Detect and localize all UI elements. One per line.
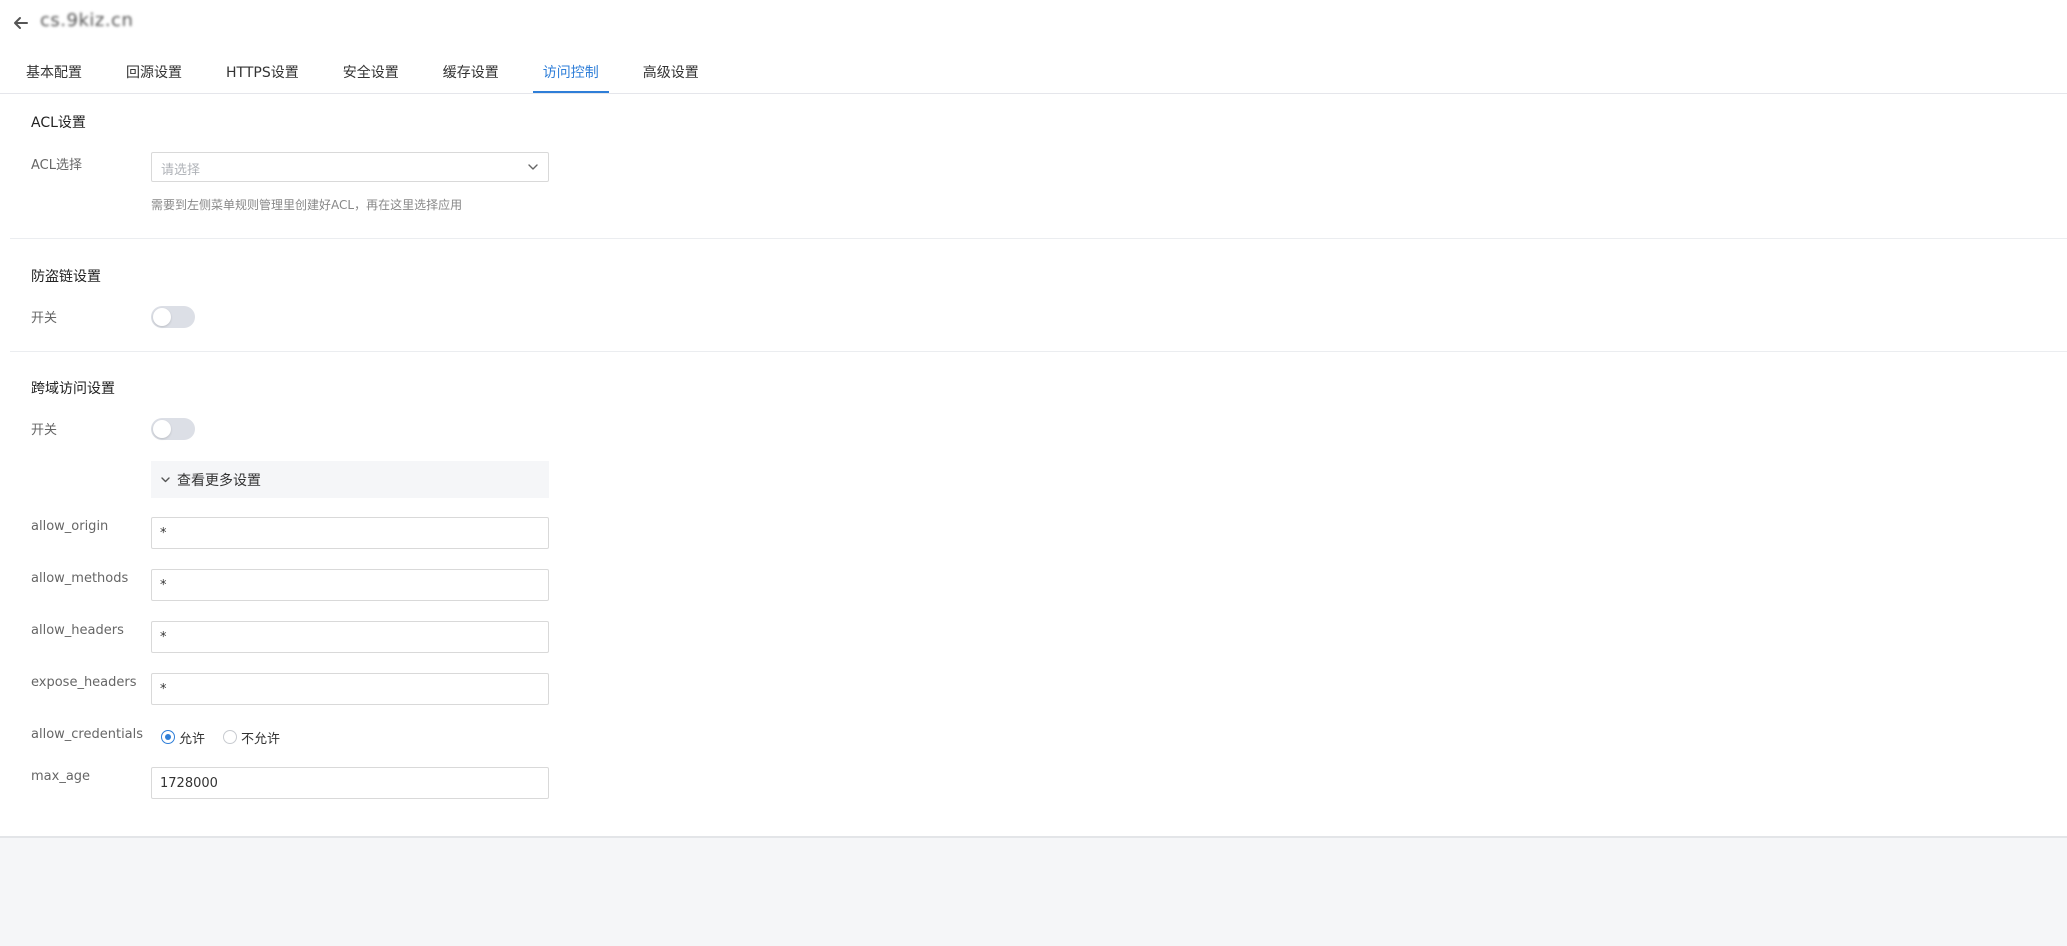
hotlink-switch-label: 开关 bbox=[31, 311, 58, 326]
hotlink-toggle[interactable] bbox=[151, 306, 195, 328]
tab-advanced-settings[interactable]: 高级设置 bbox=[633, 63, 709, 93]
expose-headers-input[interactable] bbox=[151, 673, 549, 705]
expose-headers-label: expose_headers bbox=[31, 675, 137, 690]
allow-headers-label: allow_headers bbox=[31, 623, 124, 638]
chevron-down-icon bbox=[528, 164, 538, 170]
acl-select[interactable]: 请选择 bbox=[151, 152, 549, 182]
allow-headers-input[interactable] bbox=[151, 621, 549, 653]
radio-allow-circle[interactable] bbox=[161, 730, 175, 744]
max-age-label: max_age bbox=[31, 769, 91, 784]
tab-cache-settings[interactable]: 缓存设置 bbox=[433, 63, 509, 93]
settings-tabs: 基本配置 回源设置 HTTPS设置 安全设置 缓存设置 访问控制 高级设置 bbox=[0, 60, 2067, 94]
tab-security-settings[interactable]: 安全设置 bbox=[333, 63, 409, 93]
toggle-knob bbox=[153, 420, 171, 438]
page-header: cs.9kiz.cn bbox=[0, 0, 2067, 48]
section-divider bbox=[10, 238, 2067, 239]
acl-select-label: ACL选择 bbox=[31, 158, 82, 173]
cors-section-title: 跨域访问设置 bbox=[31, 381, 115, 397]
more-settings-label: 查看更多设置 bbox=[177, 473, 261, 489]
radio-allow[interactable]: 允许 bbox=[161, 728, 205, 747]
back-arrow-icon[interactable] bbox=[10, 12, 32, 34]
allow-credentials-label: allow_credentials bbox=[31, 727, 144, 742]
tab-origin-settings[interactable]: 回源设置 bbox=[116, 63, 192, 93]
section-divider bbox=[10, 351, 2067, 352]
acl-help-text: 需要到左侧菜单规则管理里创建好ACL，再在这里选择应用 bbox=[151, 198, 463, 212]
radio-allow-label: 允许 bbox=[179, 731, 206, 747]
tab-basic-config[interactable]: 基本配置 bbox=[16, 63, 92, 93]
max-age-input[interactable] bbox=[151, 767, 549, 799]
cors-switch-label: 开关 bbox=[31, 423, 58, 438]
access-control-panel: ACL设置 ACL选择 请选择 需要到左侧菜单规则管理里创建好ACL，再在这里选… bbox=[0, 95, 2067, 837]
toggle-knob bbox=[153, 308, 171, 326]
hotlink-section-title: 防盗链设置 bbox=[31, 269, 101, 285]
allow-methods-input[interactable] bbox=[151, 569, 549, 601]
radio-disallow-circle[interactable] bbox=[223, 730, 238, 744]
allow-credentials-radio-group: 允许 不允许 bbox=[161, 727, 298, 747]
chevron-down-icon bbox=[161, 477, 170, 483]
allow-origin-label: allow_origin bbox=[31, 519, 109, 534]
tab-access-control[interactable]: 访问控制 bbox=[532, 63, 609, 93]
more-settings-collapse[interactable]: 查看更多设置 bbox=[151, 461, 549, 498]
acl-section-title: ACL设置 bbox=[31, 115, 86, 131]
page-footer-background bbox=[0, 838, 2067, 946]
allow-methods-label: allow_methods bbox=[31, 571, 129, 586]
domain-title: cs.9kiz.cn bbox=[40, 10, 134, 31]
cors-toggle[interactable] bbox=[151, 418, 195, 440]
radio-disallow[interactable]: 不允许 bbox=[223, 728, 280, 747]
acl-select-placeholder: 请选择 bbox=[161, 163, 201, 178]
allow-origin-input[interactable] bbox=[151, 517, 549, 549]
radio-disallow-label: 不允许 bbox=[241, 731, 281, 747]
tab-https-settings[interactable]: HTTPS设置 bbox=[216, 63, 309, 93]
